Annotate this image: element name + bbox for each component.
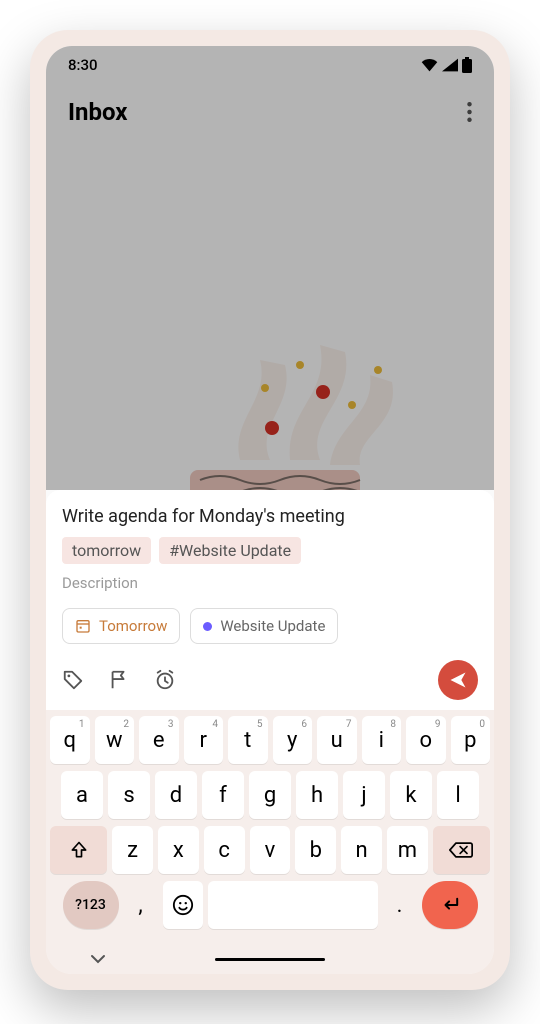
add-task-sheet: Write agenda for Monday's meeting tomorr… <box>46 490 494 710</box>
screen: 8:30 Inbox <box>46 46 494 974</box>
emoji-icon <box>172 894 194 916</box>
backspace-icon <box>449 840 473 860</box>
key-p[interactable]: p0 <box>451 716 491 764</box>
option-pills: Tomorrow Website Update <box>62 608 478 644</box>
submit-button[interactable] <box>438 660 478 700</box>
project-color-dot <box>203 622 212 631</box>
home-indicator[interactable] <box>215 958 325 961</box>
key-q[interactable]: q1 <box>50 716 90 764</box>
key-emoji[interactable] <box>163 881 203 929</box>
key-s[interactable]: s <box>108 771 150 819</box>
description-input[interactable]: Description <box>62 574 478 592</box>
chip-project[interactable]: #Website Update <box>159 537 301 564</box>
task-title-input[interactable]: Write agenda for Monday's meeting <box>62 506 478 527</box>
key-f[interactable]: f <box>202 771 244 819</box>
key-h[interactable]: h <box>296 771 338 819</box>
key-period[interactable]: . <box>383 881 417 929</box>
action-row <box>62 660 478 700</box>
key-v[interactable]: v <box>250 826 291 874</box>
key-shift[interactable] <box>50 826 107 874</box>
key-b[interactable]: b <box>295 826 336 874</box>
secondary-actions <box>62 669 176 691</box>
key-r[interactable]: r4 <box>184 716 224 764</box>
key-x[interactable]: x <box>158 826 199 874</box>
modal-scrim[interactable] <box>46 46 494 490</box>
parsed-chips: tomorrow #Website Update <box>62 537 478 564</box>
key-a[interactable]: a <box>61 771 103 819</box>
key-row-1: q1 w2 e3 r4 t5 y6 u7 i8 o9 p0 <box>50 716 490 764</box>
send-icon <box>448 670 468 690</box>
chip-date[interactable]: tomorrow <box>62 537 151 564</box>
key-u[interactable]: u7 <box>317 716 357 764</box>
alarm-icon[interactable] <box>154 669 176 691</box>
due-date-label: Tomorrow <box>99 617 167 635</box>
label-icon[interactable] <box>62 669 84 691</box>
key-z[interactable]: z <box>112 826 153 874</box>
key-backspace[interactable] <box>433 826 490 874</box>
key-row-3: z x c v b n m <box>50 826 490 874</box>
due-date-pill[interactable]: Tomorrow <box>62 608 180 644</box>
key-t[interactable]: t5 <box>228 716 268 764</box>
key-row-4: ?123 , . <box>50 881 490 929</box>
flag-icon[interactable] <box>108 669 130 691</box>
shift-icon <box>69 840 89 860</box>
key-space[interactable] <box>208 881 378 929</box>
key-enter[interactable] <box>422 881 478 929</box>
project-label: Website Update <box>220 617 325 635</box>
key-comma[interactable]: , <box>124 881 158 929</box>
calendar-icon <box>75 618 91 634</box>
nav-bar <box>46 944 494 974</box>
key-l[interactable]: l <box>437 771 479 819</box>
key-j[interactable]: j <box>343 771 385 819</box>
key-k[interactable]: k <box>390 771 432 819</box>
background-inbox: 8:30 Inbox <box>46 46 494 490</box>
key-c[interactable]: c <box>204 826 245 874</box>
key-g[interactable]: g <box>249 771 291 819</box>
enter-icon <box>439 896 461 914</box>
key-i[interactable]: i8 <box>362 716 402 764</box>
key-o[interactable]: o9 <box>406 716 446 764</box>
project-pill[interactable]: Website Update <box>190 608 338 644</box>
keyboard: q1 w2 e3 r4 t5 y6 u7 i8 o9 p0 a s d f g … <box>46 710 494 944</box>
keyboard-collapse-icon[interactable] <box>90 954 106 964</box>
key-symbols[interactable]: ?123 <box>63 881 119 929</box>
key-w[interactable]: w2 <box>95 716 135 764</box>
key-y[interactable]: y6 <box>273 716 313 764</box>
key-m[interactable]: m <box>387 826 428 874</box>
key-row-2: a s d f g h j k l <box>50 771 490 819</box>
key-n[interactable]: n <box>341 826 382 874</box>
phone-frame: 8:30 Inbox <box>30 30 510 990</box>
key-d[interactable]: d <box>155 771 197 819</box>
key-e[interactable]: e3 <box>139 716 179 764</box>
